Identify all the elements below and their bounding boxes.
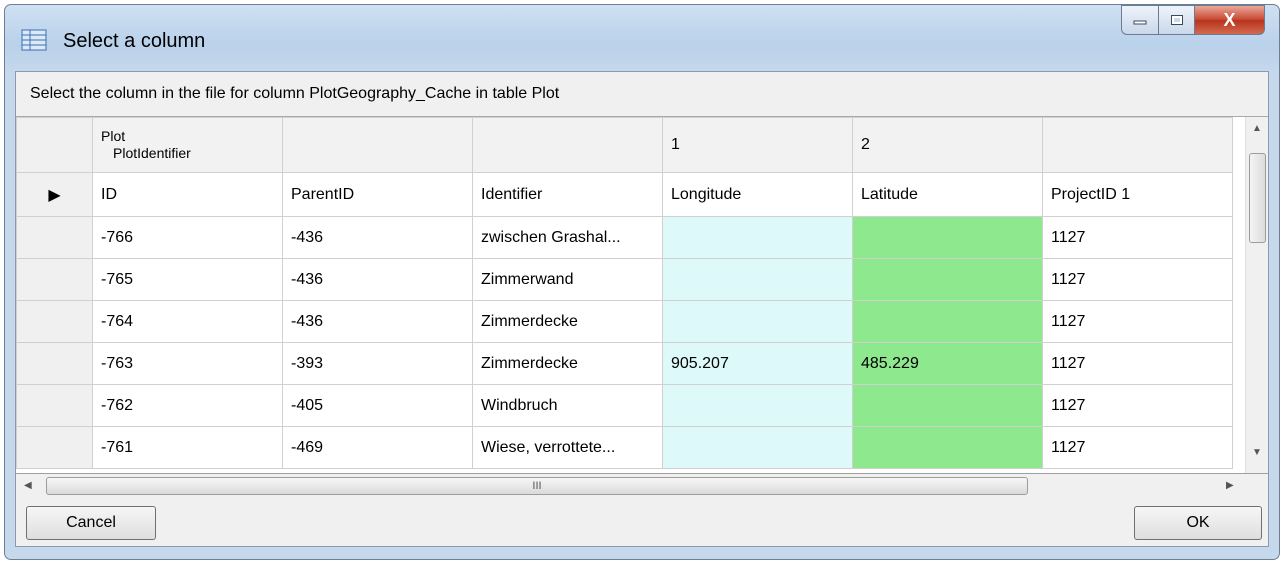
table-cell[interactable]: zwischen Grashal... bbox=[472, 216, 663, 259]
table-cell[interactable]: -763 bbox=[92, 342, 283, 385]
mapping-cell[interactable] bbox=[282, 117, 473, 173]
table-row[interactable]: -766 -436 zwischen Grashal... 1127 bbox=[16, 216, 1233, 259]
mapping-cell[interactable]: 1 bbox=[662, 117, 853, 173]
longitude-cell[interactable] bbox=[662, 300, 853, 343]
table-cell[interactable]: 1127 bbox=[1042, 300, 1233, 343]
table-cell[interactable]: -469 bbox=[282, 426, 473, 469]
preview-table: Plot PlotIdentifier 1 2 ▶ ID ParentID Id… bbox=[16, 117, 1233, 469]
table-cell[interactable]: -765 bbox=[92, 258, 283, 301]
column-name-cell[interactable]: Longitude bbox=[662, 172, 853, 217]
close-button[interactable]: X bbox=[1195, 5, 1265, 35]
table-cell[interactable]: Zimmerdecke bbox=[472, 300, 663, 343]
column-name-cell[interactable]: Latitude bbox=[852, 172, 1043, 217]
table-row[interactable]: -764 -436 Zimmerdecke 1127 bbox=[16, 300, 1233, 343]
table-cell[interactable]: 1127 bbox=[1042, 258, 1233, 301]
latitude-cell[interactable] bbox=[852, 300, 1043, 343]
table-cell[interactable]: -436 bbox=[282, 216, 473, 259]
row-header-cell[interactable] bbox=[16, 258, 93, 301]
current-row-indicator: ▶ bbox=[16, 172, 93, 217]
table-cell[interactable]: 1127 bbox=[1042, 342, 1233, 385]
data-grid[interactable]: Plot PlotIdentifier 1 2 ▶ ID ParentID Id… bbox=[16, 117, 1268, 474]
latitude-cell[interactable] bbox=[852, 258, 1043, 301]
row-header-cell[interactable] bbox=[16, 300, 93, 343]
row-header-cell[interactable] bbox=[16, 216, 93, 259]
scroll-left-icon[interactable]: ◀ bbox=[24, 480, 32, 491]
table-icon bbox=[21, 29, 47, 51]
latitude-cell[interactable] bbox=[852, 216, 1043, 259]
maximize-button[interactable] bbox=[1159, 5, 1195, 35]
table-cell[interactable]: -393 bbox=[282, 342, 473, 385]
maximize-icon bbox=[1170, 15, 1183, 25]
longitude-cell[interactable] bbox=[662, 216, 853, 259]
table-cell[interactable]: Zimmerwand bbox=[472, 258, 663, 301]
mapping-row[interactable]: Plot PlotIdentifier 1 2 bbox=[16, 117, 1233, 173]
scroll-up-icon[interactable]: ▲ bbox=[1252, 123, 1262, 134]
table-cell[interactable]: -436 bbox=[282, 300, 473, 343]
longitude-cell[interactable]: 905.207 bbox=[662, 342, 853, 385]
table-cell[interactable]: -764 bbox=[92, 300, 283, 343]
scroll-down-icon[interactable]: ▼ bbox=[1252, 447, 1262, 458]
table-row[interactable]: -763 -393 Zimmerdecke 905.207 485.229 11… bbox=[16, 342, 1233, 385]
column-name-cell[interactable]: ID bbox=[92, 172, 283, 217]
minimize-icon bbox=[1133, 20, 1147, 25]
latitude-cell[interactable]: 485.229 bbox=[852, 342, 1043, 385]
table-cell[interactable]: Zimmerdecke bbox=[472, 342, 663, 385]
title-bar[interactable]: Select a column X bbox=[5, 5, 1279, 69]
latitude-cell[interactable] bbox=[852, 426, 1043, 469]
cancel-button[interactable]: Cancel bbox=[26, 506, 156, 540]
longitude-cell[interactable] bbox=[662, 258, 853, 301]
longitude-cell[interactable] bbox=[662, 384, 853, 427]
table-cell[interactable]: -766 bbox=[92, 216, 283, 259]
table-cell[interactable]: -761 bbox=[92, 426, 283, 469]
window-title: Select a column bbox=[63, 30, 206, 52]
row-header-cell bbox=[16, 117, 93, 173]
column-name-cell[interactable]: ProjectID 1 bbox=[1042, 172, 1233, 217]
table-cell[interactable]: 1127 bbox=[1042, 216, 1233, 259]
scroll-right-icon[interactable]: ▶ bbox=[1226, 480, 1234, 491]
mapping-column-label: PlotIdentifier bbox=[113, 145, 191, 161]
latitude-cell[interactable] bbox=[852, 384, 1043, 427]
horizontal-scroll-thumb[interactable]: III bbox=[46, 477, 1028, 495]
row-header-cell[interactable] bbox=[16, 426, 93, 469]
vertical-scrollbar[interactable]: ▲ ▼ bbox=[1245, 117, 1268, 473]
mapping-cell[interactable] bbox=[472, 117, 663, 173]
mapping-table-label: Plot bbox=[101, 128, 126, 144]
table-cell[interactable]: Wiese, verrottete... bbox=[472, 426, 663, 469]
column-names-row[interactable]: ▶ ID ParentID Identifier Longitude Latit… bbox=[16, 172, 1233, 217]
table-row[interactable]: -765 -436 Zimmerwand 1127 bbox=[16, 258, 1233, 301]
table-cell[interactable]: -436 bbox=[282, 258, 473, 301]
dialog-window: Select a column X Select the column in t… bbox=[4, 4, 1280, 560]
table-cell[interactable]: -762 bbox=[92, 384, 283, 427]
close-icon: X bbox=[1223, 9, 1236, 30]
longitude-cell[interactable] bbox=[662, 426, 853, 469]
minimize-button[interactable] bbox=[1121, 5, 1159, 35]
row-header-cell[interactable] bbox=[16, 342, 93, 385]
table-cell[interactable]: Windbruch bbox=[472, 384, 663, 427]
window-controls: X bbox=[1121, 5, 1265, 35]
vertical-scroll-thumb[interactable] bbox=[1249, 153, 1266, 243]
ok-button[interactable]: OK bbox=[1134, 506, 1262, 540]
mapping-cell[interactable] bbox=[1042, 117, 1233, 173]
dialog-body: Select the column in the file for column… bbox=[15, 71, 1269, 547]
horizontal-scrollbar[interactable]: ◀ III ▶ bbox=[16, 474, 1246, 498]
table-row[interactable]: -762 -405 Windbruch 1127 bbox=[16, 384, 1233, 427]
table-row[interactable]: -761 -469 Wiese, verrottete... 1127 bbox=[16, 426, 1233, 469]
row-header-cell[interactable] bbox=[16, 384, 93, 427]
mapping-cell[interactable]: 2 bbox=[852, 117, 1043, 173]
table-cell[interactable]: 1127 bbox=[1042, 384, 1233, 427]
mapping-cell[interactable]: Plot PlotIdentifier bbox=[92, 117, 283, 173]
table-cell[interactable]: 1127 bbox=[1042, 426, 1233, 469]
column-name-cell[interactable]: ParentID bbox=[282, 172, 473, 217]
column-name-cell[interactable]: Identifier bbox=[472, 172, 663, 217]
instruction-label: Select the column in the file for column… bbox=[16, 72, 1268, 117]
table-cell[interactable]: -405 bbox=[282, 384, 473, 427]
